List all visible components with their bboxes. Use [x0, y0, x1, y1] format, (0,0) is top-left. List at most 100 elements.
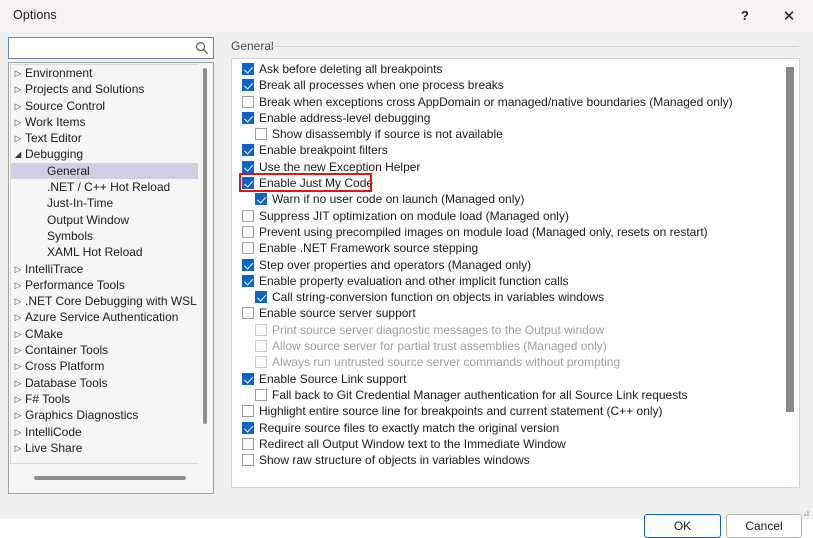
close-icon[interactable]: ✕ — [767, 0, 811, 31]
checkbox-checked-icon[interactable] — [242, 177, 254, 189]
options-checkbox-list[interactable]: Ask before deleting all breakpointsBreak… — [232, 61, 780, 486]
option-row[interactable]: Call string-conversion function on objec… — [232, 289, 780, 305]
chevron-right-icon[interactable]: ▷ — [11, 375, 25, 391]
option-row[interactable]: Enable Just My Code — [232, 175, 780, 191]
chevron-right-icon[interactable]: ▷ — [11, 114, 25, 130]
tree-item-intellitrace[interactable]: ▷IntelliTrace — [11, 261, 199, 277]
checkbox-unchecked-icon[interactable] — [242, 242, 254, 254]
category-tree-list[interactable]: ▷Environment▷Projects and Solutions▷Sour… — [10, 64, 200, 464]
ok-button[interactable]: OK — [644, 514, 721, 538]
checkbox-checked-icon[interactable] — [242, 373, 254, 385]
chevron-right-icon[interactable]: ▷ — [11, 440, 25, 456]
tree-item-live-share[interactable]: ▷Live Share — [11, 440, 199, 456]
option-row[interactable]: Suppress JIT optimization on module load… — [232, 208, 780, 224]
tree-item-output-window[interactable]: Output Window — [11, 212, 199, 228]
checkbox-unchecked-icon[interactable] — [242, 438, 254, 450]
chevron-right-icon[interactable]: ▷ — [11, 424, 25, 440]
tree-vertical-scroll-thumb[interactable] — [203, 68, 207, 424]
checkbox-unchecked-icon[interactable] — [242, 405, 254, 417]
tree-item-symbols[interactable]: Symbols — [11, 228, 199, 244]
checkbox-checked-icon[interactable] — [242, 63, 254, 75]
option-row[interactable]: Enable property evaluation and other imp… — [232, 273, 780, 289]
tree-item-graphics-diagnostics[interactable]: ▷Graphics Diagnostics — [11, 407, 199, 423]
checkbox-checked-icon[interactable] — [255, 291, 267, 303]
checkbox-checked-icon[interactable] — [242, 275, 254, 287]
chevron-right-icon[interactable]: ▷ — [11, 130, 25, 146]
tree-item-container-tools[interactable]: ▷Container Tools — [11, 342, 199, 358]
option-row[interactable]: Enable source server support — [232, 305, 780, 321]
tree-item-projects-and-solutions[interactable]: ▷Projects and Solutions — [11, 81, 199, 97]
chevron-right-icon[interactable]: ▷ — [11, 65, 25, 81]
tree-item-f-tools[interactable]: ▷F# Tools — [11, 391, 199, 407]
checkbox-unchecked-icon[interactable] — [242, 96, 254, 108]
chevron-right-icon[interactable]: ▷ — [11, 277, 25, 293]
option-row[interactable]: Show raw structure of objects in variabl… — [232, 452, 780, 468]
option-row[interactable]: Redirect all Output Window text to the I… — [232, 436, 780, 452]
checkbox-checked-icon[interactable] — [242, 422, 254, 434]
checkbox-unchecked-icon[interactable] — [255, 128, 267, 140]
option-row[interactable]: Prevent using precompiled images on modu… — [232, 224, 780, 240]
chevron-right-icon[interactable]: ▷ — [11, 391, 25, 407]
tree-item-work-items[interactable]: ▷Work Items — [11, 114, 199, 130]
tree-item-xaml-hot-reload[interactable]: XAML Hot Reload — [11, 244, 199, 260]
tree-horizontal-scroll-thumb[interactable] — [34, 476, 186, 480]
option-row[interactable]: Enable breakpoint filters — [232, 142, 780, 158]
option-row[interactable]: Fall back to Git Credential Manager auth… — [232, 387, 780, 403]
checkbox-unchecked-icon[interactable] — [242, 307, 254, 319]
tree-item-azure-service-authentication[interactable]: ▷Azure Service Authentication — [11, 309, 199, 325]
tree-item-text-editor[interactable]: ▷Text Editor — [11, 130, 199, 146]
tree-item-cmake[interactable]: ▷CMake — [11, 326, 199, 342]
checkbox-unchecked-icon[interactable] — [255, 389, 267, 401]
tree-item-net-core-debugging-with-wsl[interactable]: ▷.NET Core Debugging with WSL — [11, 293, 199, 309]
option-row[interactable]: Break when exceptions cross AppDomain or… — [232, 94, 780, 110]
chevron-right-icon[interactable]: ▷ — [11, 358, 25, 374]
tree-item-environment[interactable]: ▷Environment — [11, 65, 199, 81]
checkbox-checked-icon[interactable] — [255, 193, 267, 205]
checkbox-checked-icon[interactable] — [242, 259, 254, 271]
options-vertical-scrollbar[interactable] — [782, 60, 798, 486]
tree-item-cross-platform[interactable]: ▷Cross Platform — [11, 358, 199, 374]
checkbox-checked-icon[interactable] — [242, 144, 254, 156]
checkbox-checked-icon[interactable] — [242, 112, 254, 124]
option-row[interactable]: Enable .NET Framework source stepping — [232, 240, 780, 256]
option-row[interactable]: Break all processes when one process bre… — [232, 77, 780, 93]
checkbox-unchecked-icon[interactable] — [242, 226, 254, 238]
chevron-right-icon[interactable]: ▷ — [11, 342, 25, 358]
option-row[interactable]: Warn if no user code on launch (Managed … — [232, 191, 780, 207]
chevron-down-icon[interactable]: ◢ — [11, 146, 25, 162]
chevron-right-icon[interactable]: ▷ — [11, 98, 25, 114]
tree-item-net-c-hot-reload[interactable]: .NET / C++ Hot Reload — [11, 179, 199, 195]
tree-item-database-tools[interactable]: ▷Database Tools — [11, 375, 199, 391]
tree-item-intellicode[interactable]: ▷IntelliCode — [11, 424, 199, 440]
tree-horizontal-scrollbar[interactable] — [10, 464, 212, 492]
checkbox-checked-icon[interactable] — [242, 79, 254, 91]
cancel-button[interactable]: Cancel — [726, 514, 802, 538]
chevron-right-icon[interactable]: ▷ — [11, 309, 25, 325]
checkbox-unchecked-icon[interactable] — [242, 210, 254, 222]
tree-vertical-scrollbar[interactable] — [198, 64, 212, 464]
options-vertical-scroll-thumb[interactable] — [786, 67, 794, 412]
option-row[interactable]: Enable Source Link support — [232, 371, 780, 387]
checkbox-unchecked-icon[interactable] — [242, 454, 254, 466]
tree-item-source-control[interactable]: ▷Source Control — [11, 98, 199, 114]
tree-item-general[interactable]: General — [11, 163, 199, 179]
search-input[interactable] — [13, 40, 192, 58]
resize-grip[interactable] — [800, 507, 810, 517]
option-row[interactable]: Enable address-level debugging — [232, 110, 780, 126]
tree-item-performance-tools[interactable]: ▷Performance Tools — [11, 277, 199, 293]
chevron-right-icon[interactable]: ▷ — [11, 293, 25, 309]
option-row[interactable]: Step over properties and operators (Mana… — [232, 257, 780, 273]
option-row[interactable]: Highlight entire source line for breakpo… — [232, 403, 780, 419]
option-row[interactable]: Use the new Exception Helper — [232, 159, 780, 175]
option-row[interactable]: Show disassembly if source is not availa… — [232, 126, 780, 142]
search-box[interactable] — [8, 37, 214, 59]
chevron-right-icon[interactable]: ▷ — [11, 326, 25, 342]
checkbox-checked-icon[interactable] — [242, 161, 254, 173]
chevron-right-icon[interactable]: ▷ — [11, 261, 25, 277]
chevron-right-icon[interactable]: ▷ — [11, 81, 25, 97]
chevron-right-icon[interactable]: ▷ — [11, 407, 25, 423]
option-row[interactable]: Require source files to exactly match th… — [232, 420, 780, 436]
option-row[interactable]: Ask before deleting all breakpoints — [232, 61, 780, 77]
tree-item-debugging[interactable]: ◢Debugging — [11, 146, 199, 162]
help-icon[interactable]: ? — [723, 0, 767, 31]
